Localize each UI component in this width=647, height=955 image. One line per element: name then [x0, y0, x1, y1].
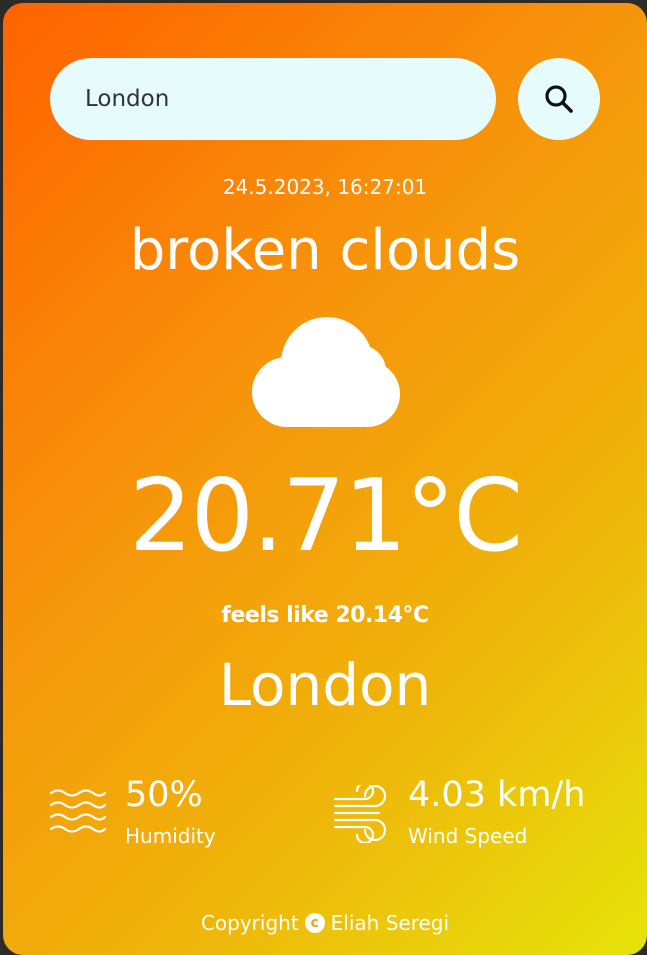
- footer-prefix: Copyright: [200, 911, 299, 935]
- footer-author: Eliah Seregi: [330, 911, 450, 935]
- wind-icon: [333, 785, 387, 843]
- humidity-value: 50%: [125, 775, 203, 815]
- wind-stat: 4.03 km/h Wind Speed: [331, 773, 631, 863]
- weather-description: broken clouds: [129, 218, 521, 283]
- weather-card: 24.5.2023, 16:27:01 broken clouds 20.71°…: [3, 3, 647, 955]
- footer: Copyright c Eliah Seregi: [3, 911, 647, 935]
- search-button[interactable]: [518, 58, 600, 140]
- temperature: 20.71°C: [128, 457, 523, 574]
- feels-like: feels like 20.14°C: [221, 603, 429, 628]
- wind-value: 4.03 km/h: [408, 775, 586, 815]
- cloud-icon: [252, 317, 400, 427]
- waves-icon: [49, 789, 107, 833]
- search-input[interactable]: [50, 58, 496, 140]
- humidity-label: Humidity: [125, 824, 216, 848]
- search-bar: [50, 58, 600, 140]
- copyright-icon: c: [304, 913, 325, 933]
- humidity-stat: 50% Humidity: [49, 773, 309, 863]
- city-name: London: [218, 651, 432, 719]
- wind-label: Wind Speed: [408, 824, 528, 848]
- date-time: 24.5.2023, 16:27:01: [222, 175, 428, 199]
- search-icon: [545, 85, 573, 113]
